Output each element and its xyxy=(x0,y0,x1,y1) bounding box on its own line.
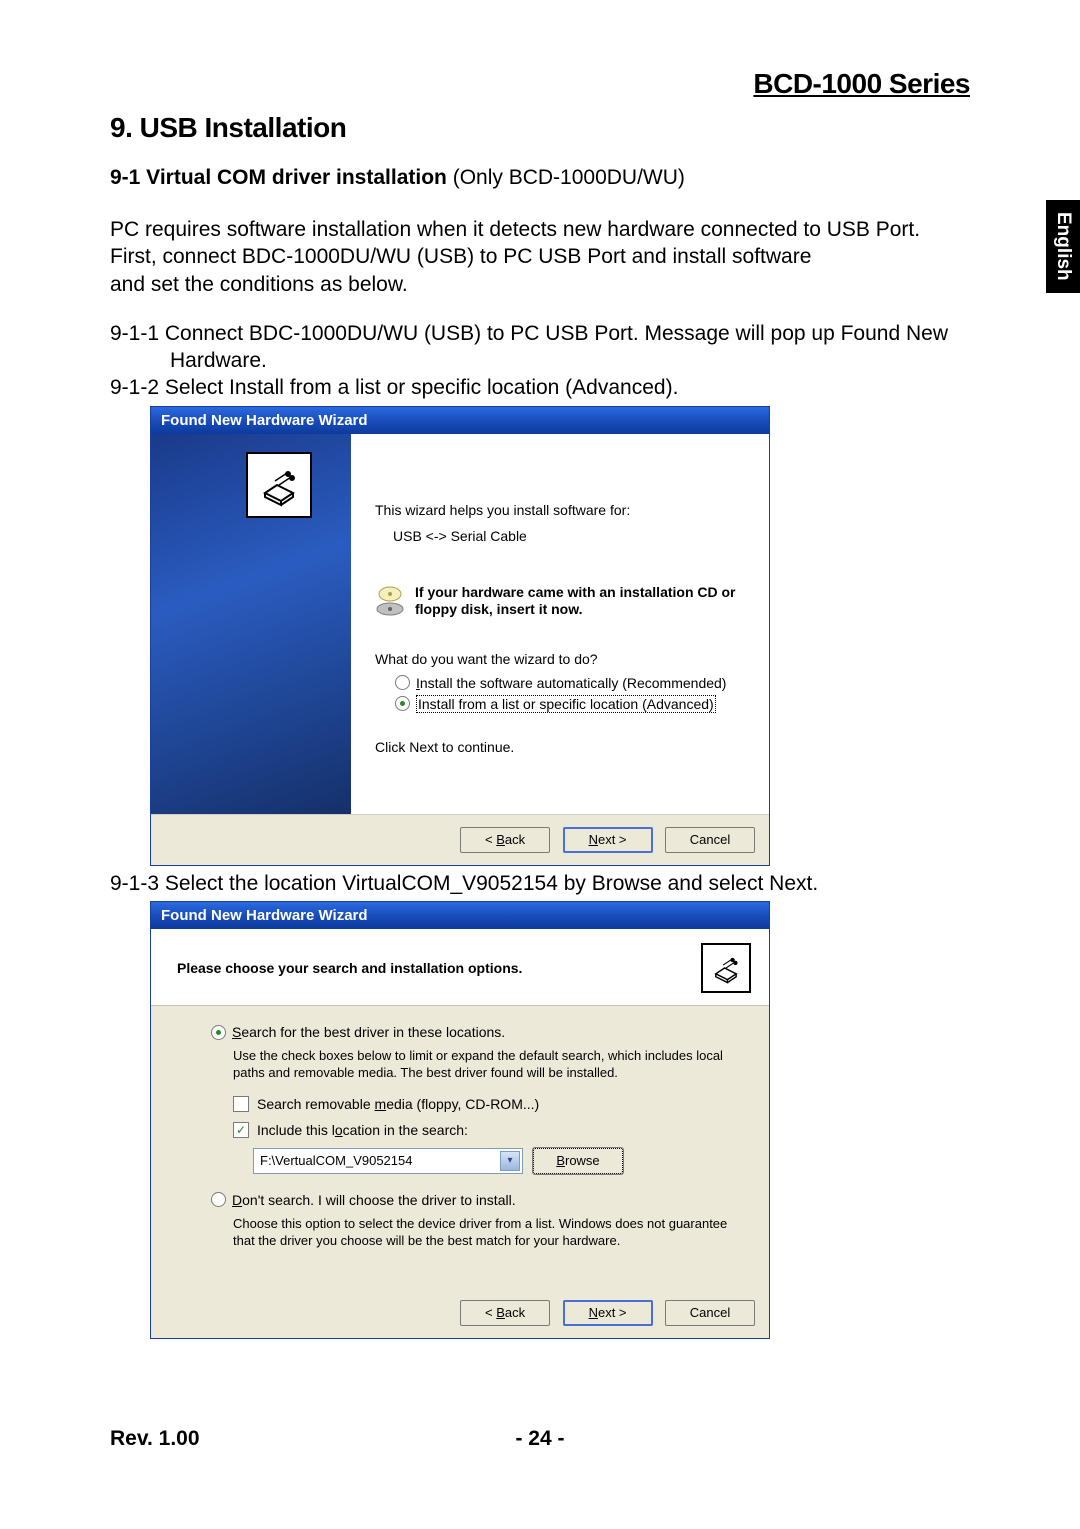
dialog1-body: This wizard helps you install software f… xyxy=(151,434,769,814)
dialog1-banner xyxy=(151,434,351,814)
dialog1-content: This wizard helps you install software f… xyxy=(351,434,769,814)
step-9-1-3: 9-1-3 Select the location VirtualCOM_V90… xyxy=(110,870,970,897)
radio-list[interactable] xyxy=(395,696,410,711)
intro-paragraph: PC requires software installation when i… xyxy=(110,216,970,298)
check-media-row[interactable]: Search removable media (floppy, CD-ROM..… xyxy=(233,1096,743,1112)
cancel-button[interactable]: Cancel xyxy=(665,1300,755,1326)
radio-search[interactable] xyxy=(211,1025,226,1040)
wizard-dialog-1: Found New Hardware Wizard xyxy=(150,406,770,866)
dialog2-titlebar: Found New Hardware Wizard xyxy=(151,902,769,929)
cd-hint-row: If your hardware came with an installati… xyxy=(375,584,745,621)
radio-search-row[interactable]: Search for the best driver in these loca… xyxy=(211,1024,743,1040)
cd-hint-text: If your hardware came with an installati… xyxy=(415,584,745,619)
dialog2-buttons: < Back Next > Cancel xyxy=(151,1270,769,1338)
dialog1-device: USB <-> Serial Cable xyxy=(393,528,745,544)
radio-dont-search-label: Don't search. I will choose the driver t… xyxy=(232,1192,516,1208)
radio-list-label: Install from a list or specific location… xyxy=(416,695,716,713)
step-9-1-2: 9-1-2 Select Install from a list or spec… xyxy=(110,374,970,401)
page: English BCD-1000 Series 9. USB Installat… xyxy=(0,0,1080,1529)
next-button[interactable]: Next > xyxy=(563,1300,653,1326)
check-media[interactable] xyxy=(233,1096,249,1112)
dialog2-header: Please choose your search and installati… xyxy=(151,929,769,1006)
cancel-button[interactable]: Cancel xyxy=(665,827,755,853)
check-media-label: Search removable media (floppy, CD-ROM..… xyxy=(257,1096,539,1112)
radio-auto-label: Install the software automatically (Reco… xyxy=(416,675,726,691)
step-9-1-1-line1: 9-1-1 Connect BDC-1000DU/WU (USB) to PC … xyxy=(110,322,948,345)
wizard-dialog-2: Found New Hardware Wizard Please choose … xyxy=(150,901,770,1339)
radio-auto-row[interactable]: Install the software automatically (Reco… xyxy=(395,675,745,691)
cd-icon xyxy=(375,584,405,621)
dialog1-intro: This wizard helps you install software f… xyxy=(375,502,745,518)
radio-search-label: Search for the best driver in these loca… xyxy=(232,1024,505,1040)
dialog1-click-next: Click Next to continue. xyxy=(375,739,745,755)
check-location[interactable] xyxy=(233,1122,249,1138)
dialog1-buttons: < Back Next > Cancel xyxy=(151,814,769,865)
dialog2-help2: Choose this option to select the device … xyxy=(233,1216,743,1250)
subsection-bold: 9-1 Virtual COM driver installation xyxy=(110,166,447,189)
content: BCD-1000 Series 9. USB Installation 9-1 … xyxy=(110,68,970,1343)
dialog1-titlebar: Found New Hardware Wizard xyxy=(151,407,769,434)
check-location-label: Include this location in the search: xyxy=(257,1122,468,1138)
dialog2-body: Search for the best driver in these loca… xyxy=(151,1006,769,1270)
back-button[interactable]: < Back xyxy=(460,1300,550,1326)
dropdown-icon[interactable]: ▾ xyxy=(500,1151,520,1171)
radio-dont-search[interactable] xyxy=(211,1192,226,1207)
browse-button[interactable]: Browse xyxy=(533,1148,623,1174)
step-9-1-1: 9-1-1 Connect BDC-1000DU/WU (USB) to PC … xyxy=(110,320,970,375)
hardware-icon xyxy=(701,943,751,993)
path-row: F:\VertualCOM_V9052154 ▾ Browse xyxy=(253,1148,743,1174)
next-button[interactable]: Next > xyxy=(563,827,653,853)
dialog2-help1: Use the check boxes below to limit or ex… xyxy=(233,1048,743,1082)
section-title: 9. USB Installation xyxy=(110,112,970,144)
radio-auto[interactable] xyxy=(395,675,410,690)
dialog1-question: What do you want the wizard to do? xyxy=(375,651,745,667)
radio-dont-search-row[interactable]: Don't search. I will choose the driver t… xyxy=(211,1192,743,1208)
subsection-paren: (Only BCD-1000DU/WU) xyxy=(447,166,685,189)
subsection-title: 9-1 Virtual COM driver installation (Onl… xyxy=(110,166,970,190)
language-tab: English xyxy=(1046,200,1080,293)
footer-page: - 24 - xyxy=(0,1427,1080,1451)
check-location-row[interactable]: Include this location in the search: xyxy=(233,1122,743,1138)
series-header: BCD-1000 Series xyxy=(110,68,970,100)
radio-list-row[interactable]: Install from a list or specific location… xyxy=(395,695,745,713)
path-combobox[interactable]: F:\VertualCOM_V9052154 ▾ xyxy=(253,1148,523,1174)
back-button[interactable]: < Back xyxy=(460,827,550,853)
dialog2-header-text: Please choose your search and installati… xyxy=(177,960,522,976)
hardware-icon xyxy=(246,452,312,518)
path-value: F:\VertualCOM_V9052154 xyxy=(260,1153,412,1168)
step-9-1-1-line2: Hardware. xyxy=(110,347,970,374)
